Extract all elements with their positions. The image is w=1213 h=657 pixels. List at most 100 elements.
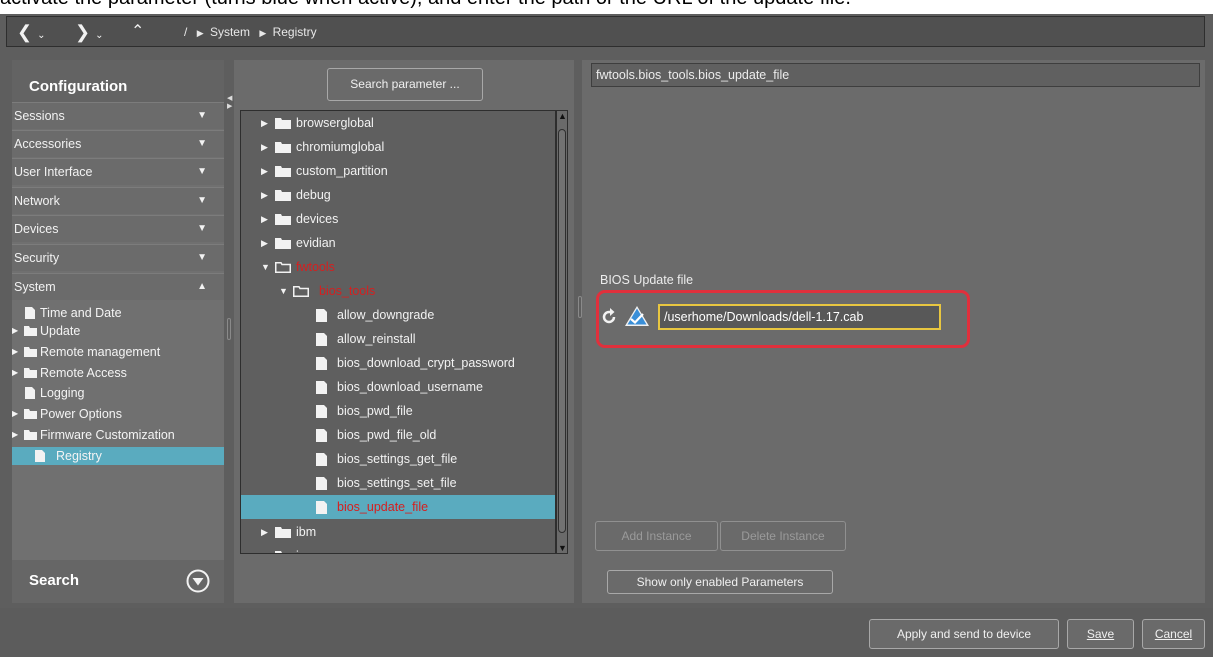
system-item-logging[interactable]: Logging xyxy=(12,384,224,402)
category-system[interactable]: System ▲ xyxy=(12,273,224,300)
tree-node-allow-reinstall[interactable]: allow_reinstall xyxy=(241,327,555,351)
chevron-down-icon: ▼ xyxy=(197,166,207,177)
tree-node-label: ica xyxy=(296,544,312,553)
file-icon xyxy=(316,501,327,514)
registry-tree: ▶ browserglobal ▶ chromiumglobal ▶ custo… xyxy=(240,110,556,554)
file-icon xyxy=(25,387,35,399)
category-user-interface[interactable]: User Interface ▼ xyxy=(12,158,224,185)
tree-node-devices[interactable]: ▶ devices xyxy=(241,207,555,231)
system-item-remote-access[interactable]: ▶ Remote Access xyxy=(12,364,224,382)
apply-and-send-button[interactable]: Apply and send to device xyxy=(869,619,1059,649)
folder-icon xyxy=(24,347,37,357)
show-enabled-parameters-button[interactable]: Show only enabled Parameters xyxy=(607,570,833,594)
system-item-registry[interactable]: Registry xyxy=(12,447,224,465)
chevron-down-icon: ▼ xyxy=(197,252,207,263)
tree-node-bios-download-crypt-password[interactable]: bios_download_crypt_password xyxy=(241,351,555,375)
expand-arrow-icon: ▶ xyxy=(261,142,268,152)
forward-button[interactable]: ❯ ⌄ xyxy=(75,20,103,44)
tree-node-label: bios_tools xyxy=(319,284,376,298)
search-footer[interactable]: Search xyxy=(12,560,224,603)
tree-node-label: evidian xyxy=(296,236,336,250)
tree-scrollbar[interactable]: ▲ ▼ xyxy=(556,110,568,554)
breadcrumb-root[interactable]: / xyxy=(184,25,187,39)
file-icon xyxy=(316,405,327,418)
up-arrow-icon: ⌃ xyxy=(131,23,145,40)
navigation-bar: ❮ ⌄ ❯ ⌄ ⌃ / ▶ System ▶ Registry xyxy=(6,16,1205,47)
file-icon xyxy=(316,477,327,490)
category-network[interactable]: Network ▼ xyxy=(12,187,224,214)
tree-node-bios-pwd-file-old[interactable]: bios_pwd_file_old xyxy=(241,423,555,447)
system-item-label: Power Options xyxy=(40,407,122,421)
chevron-down-icon: ▼ xyxy=(197,110,207,121)
system-item-label: Registry xyxy=(56,449,102,463)
chevron-down-icon: ▼ xyxy=(197,223,207,234)
system-item-list: Time and Date ▶ Update ▶ Remote manageme… xyxy=(12,304,224,465)
category-security[interactable]: Security ▼ xyxy=(12,244,224,271)
open-folder-icon xyxy=(275,262,291,273)
tree-node-label: allow_reinstall xyxy=(337,332,416,346)
configuration-title: Configuration xyxy=(29,78,128,95)
collapse-handle-icon[interactable]: ◀ ▶ xyxy=(227,95,232,111)
tree-node-bios-settings-set-file[interactable]: bios_settings_set_file xyxy=(241,471,555,495)
chevron-down-icon: ▼ xyxy=(197,195,207,206)
back-button[interactable]: ❮ ⌄ xyxy=(17,20,45,44)
tree-node-bios-pwd-file[interactable]: bios_pwd_file xyxy=(241,399,555,423)
tree-node-label: bios_pwd_file xyxy=(337,404,413,418)
breadcrumb-registry[interactable]: Registry xyxy=(273,25,317,39)
caption-strip: activate the parameter (turns blue when … xyxy=(0,0,1213,14)
tree-node-bios-settings-get-file[interactable]: bios_settings_get_file xyxy=(241,447,555,471)
search-parameter-button[interactable]: Search parameter ... xyxy=(327,68,483,101)
system-item-label: Remote management xyxy=(40,345,161,359)
collapse-arrow-icon: ▼ xyxy=(279,286,288,296)
folder-icon xyxy=(275,190,291,201)
system-item-label: Time and Date xyxy=(40,306,122,320)
file-icon xyxy=(35,450,45,462)
add-instance-button[interactable]: Add Instance xyxy=(595,521,718,551)
category-list: Sessions ▼ Accessories ▼ User Interface … xyxy=(12,102,224,302)
file-icon xyxy=(25,307,35,319)
folder-icon xyxy=(275,551,291,553)
splitter-grip[interactable] xyxy=(227,318,231,340)
category-sessions[interactable]: Sessions ▼ xyxy=(12,102,224,129)
system-item-label: Logging xyxy=(40,386,85,400)
tree-node-bios-download-username[interactable]: bios_download_username xyxy=(241,375,555,399)
scroll-down-icon[interactable]: ▼ xyxy=(558,543,567,553)
category-accessories[interactable]: Accessories ▼ xyxy=(12,130,224,157)
folder-icon xyxy=(275,214,291,225)
tree-node-label: custom_partition xyxy=(296,164,388,178)
open-folder-icon xyxy=(293,286,309,297)
scrollbar-thumb[interactable] xyxy=(558,129,566,533)
breadcrumb-separator-icon: ▶ xyxy=(259,28,267,38)
system-item-firmware-customization[interactable]: ▶ Firmware Customization xyxy=(12,426,224,444)
up-button[interactable]: ⌃ xyxy=(131,20,144,44)
tree-node-bios-tools[interactable]: ▼ bios_tools xyxy=(241,279,555,303)
tree-node-debug[interactable]: ▶ debug xyxy=(241,183,555,207)
tree-node-allow-downgrade[interactable]: allow_downgrade xyxy=(241,303,555,327)
back-arrow-icon: ❮ xyxy=(17,22,33,42)
tree-node-browserglobal[interactable]: ▶ browserglobal xyxy=(241,111,555,135)
tree-node-ica[interactable]: ▶ ica xyxy=(241,544,555,553)
system-item-time-and-date[interactable]: Time and Date xyxy=(12,304,224,322)
expand-arrow-icon: ▶ xyxy=(12,368,19,377)
system-item-update[interactable]: ▶ Update xyxy=(12,322,224,340)
breadcrumb-system[interactable]: System xyxy=(210,25,250,39)
system-item-remote-management[interactable]: ▶ Remote management xyxy=(12,343,224,361)
tree-node-label: fwtools xyxy=(296,260,335,274)
tree-node-chromiumglobal[interactable]: ▶ chromiumglobal xyxy=(241,135,555,159)
scroll-up-icon[interactable]: ▲ xyxy=(558,111,567,121)
cancel-button[interactable]: Cancel xyxy=(1142,619,1205,649)
tree-node-evidian[interactable]: ▶ evidian xyxy=(241,231,555,255)
chevron-down-icon: ▼ xyxy=(197,138,207,149)
delete-instance-button[interactable]: Delete Instance xyxy=(720,521,846,551)
save-button[interactable]: Save xyxy=(1067,619,1134,649)
expand-arrow-icon: ▶ xyxy=(261,190,268,200)
tree-node-bios-update-file[interactable]: bios_update_file xyxy=(241,495,555,519)
forward-history-icon: ⌄ xyxy=(95,30,104,41)
chevron-down-circle-icon[interactable] xyxy=(186,569,210,593)
expand-arrow-icon: ▶ xyxy=(261,238,268,248)
tree-node-ibm[interactable]: ▶ ibm xyxy=(241,520,555,544)
category-devices[interactable]: Devices ▼ xyxy=(12,215,224,242)
tree-node-fwtools[interactable]: ▼ fwtools xyxy=(241,255,555,279)
system-item-power-options[interactable]: ▶ Power Options xyxy=(12,405,224,423)
tree-node-custom-partition[interactable]: ▶ custom_partition xyxy=(241,159,555,183)
